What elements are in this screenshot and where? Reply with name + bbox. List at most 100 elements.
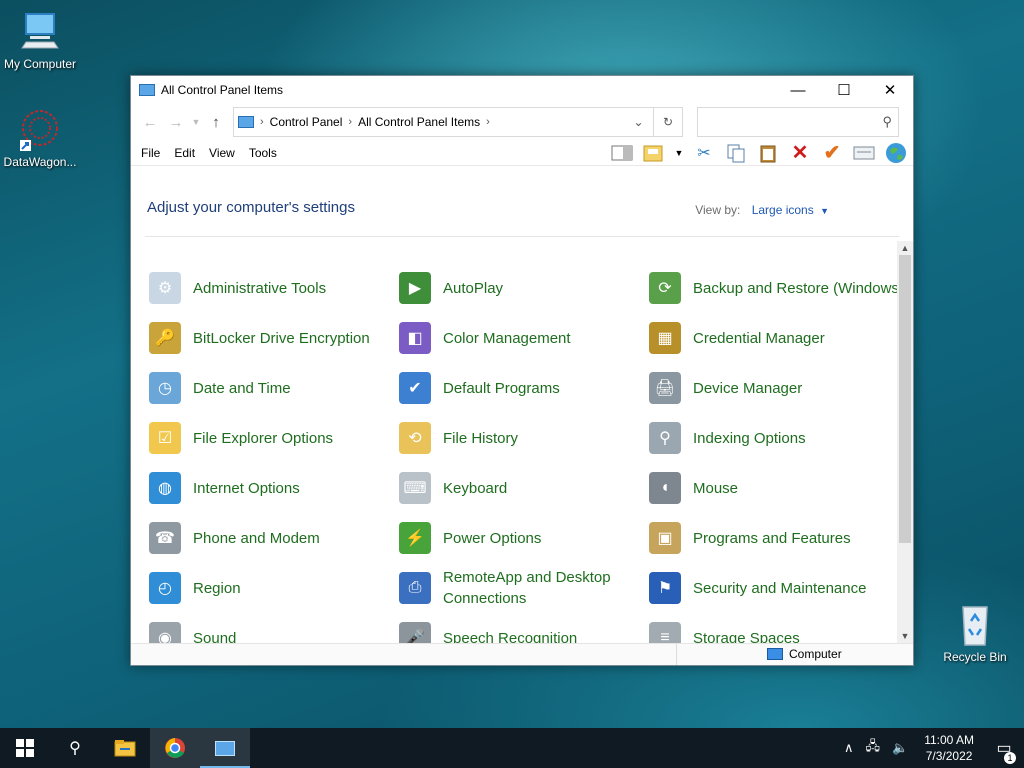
color-management-icon: ◧ <box>399 322 431 354</box>
network-icon[interactable]: 🖧 <box>866 737 881 759</box>
checkmark-icon[interactable]: ✔ <box>821 142 843 164</box>
clock[interactable]: 11:00 AM 7/3/2022 <box>924 732 974 764</box>
menu-tools[interactable]: Tools <box>249 146 277 160</box>
control-panel-item-label: Phone and Modem <box>193 529 320 547</box>
administrative-tools-icon: ⚙ <box>149 272 181 304</box>
breadcrumb-all-items[interactable]: All Control Panel Items <box>358 115 480 129</box>
globe-icon[interactable] <box>885 142 907 163</box>
programs-features-icon: ▣ <box>649 522 681 554</box>
menu-view[interactable]: View <box>209 146 235 160</box>
control-panel-item[interactable]: ◉ Sound <box>131 613 381 643</box>
volume-icon[interactable]: 🔈 <box>892 740 908 756</box>
control-panel-item[interactable]: ✔ Default Programs <box>381 363 631 413</box>
notifications-button[interactable]: ▭ 1 <box>984 738 1024 764</box>
control-panel-item-label: Mouse <box>693 479 739 497</box>
up-arrow-icon[interactable]: ↑ <box>203 114 229 131</box>
breadcrumb-separator-icon[interactable]: › <box>260 116 264 128</box>
delete-icon[interactable]: ✕ <box>789 142 811 164</box>
control-panel-item[interactable]: ⌨ Keyboard <box>381 463 631 513</box>
recent-locations-chevron-icon[interactable]: ▼ <box>189 117 203 127</box>
desktop-icon-label: Recycle Bin <box>943 650 1007 664</box>
address-dropdown-chevron-icon[interactable]: ⌄ <box>624 108 654 136</box>
bitlocker-icon: 🔑 <box>149 322 181 354</box>
mouse-icon: ◖ <box>649 472 681 504</box>
control-panel-item-label: Default Programs <box>443 379 560 397</box>
minimize-button[interactable]: — <box>775 76 821 104</box>
storage-spaces-icon: ≡ <box>649 622 681 643</box>
control-panel-item[interactable]: 🎤 Speech Recognition <box>381 613 631 643</box>
phone-modem-icon: ☎ <box>149 522 181 554</box>
control-panel-item[interactable]: 🔑 BitLocker Drive Encryption <box>131 313 381 363</box>
forward-arrow-icon[interactable]: → <box>163 114 189 131</box>
control-panel-item[interactable]: ⚲ Indexing Options <box>631 413 881 463</box>
folder-options-icon[interactable] <box>643 143 665 163</box>
control-panel-item[interactable]: ⚡ Power Options <box>381 513 631 563</box>
search-input[interactable]: ⚲ <box>697 107 899 137</box>
control-panel-item[interactable]: ⚙ Administrative Tools <box>131 263 381 313</box>
menu-file[interactable]: File <box>141 146 160 160</box>
file-history-icon: ⟲ <box>399 422 431 454</box>
control-panel-item[interactable]: ◖ Mouse <box>631 463 881 513</box>
search-icon[interactable]: ⚲ <box>50 728 100 768</box>
refresh-icon[interactable]: ↻ <box>654 115 682 129</box>
address-bar[interactable]: › Control Panel › All Control Panel Item… <box>233 107 683 137</box>
control-panel-item[interactable]: ▣ Programs and Features <box>631 513 881 563</box>
preview-pane-icon[interactable] <box>611 143 633 163</box>
toolbar: ▼ ✂ ✕ ✔ <box>611 142 913 164</box>
control-panel-item[interactable]: ◴ Region <box>131 563 381 613</box>
control-panel-item[interactable]: ◷ Date and Time <box>131 363 381 413</box>
control-panel-item[interactable]: ≡ Storage Spaces <box>631 613 881 643</box>
view-by-dropdown[interactable]: Large icons <box>752 203 814 217</box>
paste-icon[interactable] <box>757 143 779 163</box>
date-time-icon: ◷ <box>149 372 181 404</box>
scrollbar-thumb[interactable] <box>899 255 911 543</box>
indexing-options-icon: ⚲ <box>649 422 681 454</box>
control-panel-item-label: BitLocker Drive Encryption <box>193 329 370 347</box>
start-button[interactable] <box>0 728 50 768</box>
control-panel-taskbar-icon[interactable] <box>200 728 250 768</box>
control-panel-item[interactable]: ▦ Credential Manager <box>631 313 881 363</box>
show-hidden-icons-chevron-icon[interactable]: ∧ <box>844 740 854 756</box>
dropdown-chevron-icon[interactable]: ▼ <box>820 206 829 216</box>
remoteapp-icon: ⎙ <box>399 572 431 604</box>
control-panel-item-label: Device Manager <box>693 379 803 397</box>
control-panel-item[interactable]: ☎ Phone and Modem <box>131 513 381 563</box>
chrome-icon[interactable] <box>150 728 200 768</box>
dropdown-chevron-icon[interactable]: ▼ <box>675 143 684 163</box>
menu-edit[interactable]: Edit <box>174 146 195 160</box>
scroll-down-arrow-icon[interactable]: ▼ <box>897 631 913 641</box>
control-panel-item[interactable]: ◧ Color Management <box>381 313 631 363</box>
control-panel-item[interactable]: ⟳ Backup and Restore (Windows 7) <box>631 263 899 313</box>
file-explorer-icon[interactable] <box>100 728 150 768</box>
desktop-icon-datawagon[interactable]: DataWagon... <box>0 108 80 169</box>
control-panel-item-label: Programs and Features <box>693 529 851 547</box>
control-panel-item[interactable]: ▶ AutoPlay <box>381 263 631 313</box>
control-panel-item-label: File History <box>443 429 519 447</box>
desktop-icon-my-computer[interactable]: My Computer <box>0 10 80 71</box>
control-panel-item[interactable]: ◍ Internet Options <box>131 463 381 513</box>
vertical-scrollbar[interactable]: ▲ ▼ <box>897 241 913 643</box>
control-panel-item[interactable]: ⚑ Security and Maintenance <box>631 563 881 613</box>
page-title: Adjust your computer's settings <box>147 199 355 216</box>
clock-time: 11:00 AM <box>924 733 974 747</box>
control-panel-item[interactable]: 🖨 Device Manager <box>631 363 881 413</box>
control-panel-item[interactable]: ⎙ RemoteApp and Desktop Connections <box>381 563 631 613</box>
back-arrow-icon[interactable]: ← <box>137 114 163 131</box>
properties-icon[interactable] <box>853 143 875 163</box>
breadcrumb-separator-icon[interactable]: › <box>486 116 490 128</box>
breadcrumb-separator-icon[interactable]: › <box>348 116 352 128</box>
control-panel-item-label: AutoPlay <box>443 279 504 297</box>
control-panel-item[interactable]: ⟲ File History <box>381 413 631 463</box>
status-bar: Computer <box>131 643 913 665</box>
search-icon[interactable]: ⚲ <box>882 114 892 130</box>
cut-icon[interactable]: ✂ <box>693 143 715 163</box>
breadcrumb-control-panel[interactable]: Control Panel <box>270 115 343 129</box>
maximize-button[interactable]: ☐ <box>821 76 867 104</box>
control-panel-item[interactable]: ☑ File Explorer Options <box>131 413 381 463</box>
copy-icon[interactable] <box>725 143 747 163</box>
desktop-icon-recycle-bin[interactable]: Recycle Bin <box>935 603 1015 664</box>
scroll-up-arrow-icon[interactable]: ▲ <box>897 243 913 253</box>
close-button[interactable]: ✕ <box>867 76 913 104</box>
notification-count-badge: 1 <box>1004 752 1016 764</box>
title-bar[interactable]: All Control Panel Items — ☐ ✕ <box>131 76 913 104</box>
